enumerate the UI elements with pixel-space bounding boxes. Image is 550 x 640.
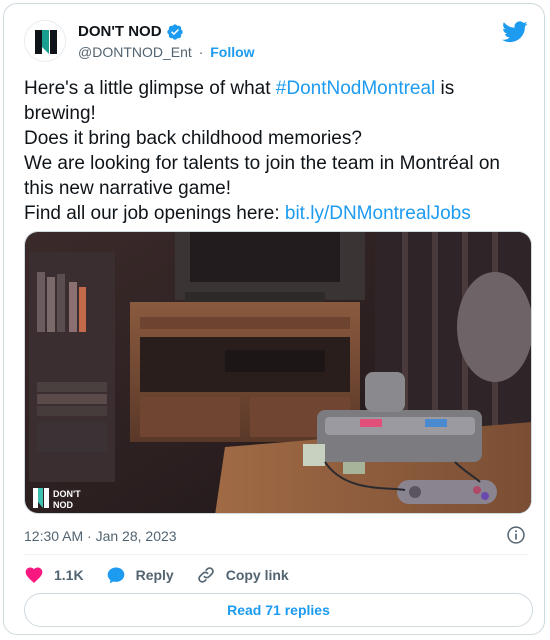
tweet-line-2: brewing! [24, 103, 96, 124]
tweet-line-3: Does it bring back childhood memories? [24, 128, 362, 149]
media-watermark [33, 488, 49, 508]
display-name-text: DON'T NOD [78, 23, 162, 40]
watermark-line-2: NOD [53, 500, 74, 510]
copy-link-label: Copy link [225, 567, 289, 583]
dontnod-logo-icon [25, 21, 65, 61]
read-replies-button[interactable]: Read 71 replies [24, 593, 533, 627]
verified-badge-icon [166, 24, 183, 40]
copy-link-button[interactable]: Copy link [196, 565, 289, 585]
hashtag-link[interactable]: #DontNodMontreal [276, 78, 435, 99]
handle-line: @DONTNOD_Ent · Follow [78, 42, 255, 62]
reply-bubble-icon [107, 567, 124, 584]
tweet-actions: 1.1K Reply Copy link [24, 564, 311, 586]
info-icon[interactable] [506, 525, 526, 545]
tweet-timestamp[interactable]: 12:30 AM · Jan 28, 2023 [24, 526, 177, 546]
tweet-text: Here's a little glimpse of what #DontNod… [24, 76, 529, 226]
separator-dot: · [198, 44, 204, 60]
account-handle[interactable]: @DONTNOD_Ent [78, 44, 192, 60]
link-icon [197, 567, 214, 583]
tweet-card: DON'T NOD @DONTNOD_Ent · Follow Here's a… [3, 3, 545, 635]
media-image: DON'T NOD [25, 232, 531, 513]
display-name[interactable]: DON'T NOD [78, 22, 184, 42]
tweet-line-6: Find all our job openings here: bit.ly/D… [24, 201, 529, 226]
tweet-line-1: Here's a little glimpse of what #DontNod… [24, 76, 529, 101]
tweet-media[interactable]: DON'T NOD [24, 231, 532, 514]
reply-label: Reply [135, 567, 174, 583]
tweet-line-1-text: Here's a little glimpse of what [24, 78, 276, 99]
jobs-link[interactable]: bit.ly/DNMontrealJobs [285, 203, 471, 224]
read-replies-label: Read 71 replies [227, 602, 330, 618]
like-button[interactable]: 1.1K [24, 565, 84, 585]
tweet-line-6-text: Find all our job openings here: [24, 203, 285, 224]
twitter-bird-icon[interactable] [502, 20, 528, 44]
heart-icon [25, 567, 43, 583]
avatar[interactable] [24, 20, 66, 62]
tweet-header: DON'T NOD @DONTNOD_Ent · Follow [24, 20, 528, 64]
watermark-line-1: DON'T [53, 489, 81, 499]
tweet-line-1-tail: is [435, 78, 455, 99]
reply-button[interactable]: Reply [106, 565, 174, 585]
account-names: DON'T NOD @DONTNOD_Ent · Follow [78, 22, 255, 62]
follow-button[interactable]: Follow [210, 44, 254, 60]
tweet-line-5: this new narrative game! [24, 178, 231, 199]
tweet-line-4: We are looking for talents to join the t… [24, 153, 500, 174]
like-count: 1.1K [54, 567, 84, 583]
divider [24, 554, 528, 555]
